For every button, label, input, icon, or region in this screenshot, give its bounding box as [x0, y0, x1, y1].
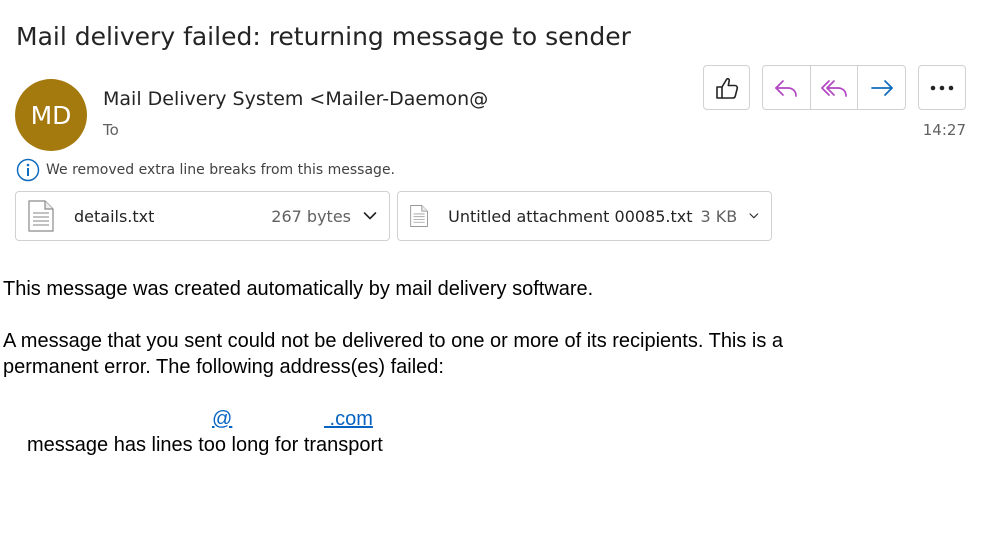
reply-actions-group [762, 65, 906, 110]
reply-icon [775, 79, 798, 97]
more-actions-button[interactable] [918, 65, 966, 110]
forward-icon [870, 79, 893, 96]
reply-all-button[interactable] [811, 66, 859, 109]
chevron-down-icon[interactable] [749, 211, 759, 221]
attachment-card[interactable]: details.txt 267 bytes [15, 191, 390, 241]
sender-avatar[interactable]: MD [15, 79, 87, 151]
email-subject: Mail delivery failed: returning message … [16, 22, 631, 51]
attachment-card[interactable]: Untitled attachment 00085.txt 3 KB [397, 191, 772, 241]
reply-all-icon [821, 79, 847, 97]
more-horizontal-icon [930, 85, 954, 90]
to-label[interactable]: To [103, 121, 119, 139]
info-bar: We removed extra line breaks from this m… [16, 158, 395, 182]
reply-button[interactable] [763, 66, 811, 109]
like-button[interactable] [703, 65, 750, 110]
attachment-name: Untitled attachment 00085.txt [448, 206, 693, 226]
attachment-size: 3 KB [700, 206, 738, 226]
forward-button[interactable] [858, 66, 905, 109]
body-paragraph: A message that you sent could not be del… [3, 330, 784, 352]
body-paragraph: permanent error. The following address(e… [3, 356, 444, 378]
attachment-size: 267 bytes [271, 206, 351, 226]
failed-address-link[interactable]: @ [212, 406, 232, 432]
text-file-icon [28, 200, 54, 232]
body-paragraph: message has lines too long for transport [27, 434, 383, 456]
info-icon [16, 158, 40, 182]
body-paragraph: This message was created automatically b… [3, 278, 594, 300]
thumbs-up-icon [715, 77, 738, 99]
sender-name[interactable]: Mail Delivery System <Mailer-Daemon@ [103, 88, 488, 110]
avatar-initials: MD [30, 100, 72, 130]
chevron-down-icon[interactable] [363, 211, 377, 221]
email-reading-pane: Mail delivery failed: returning message … [0, 0, 992, 549]
info-bar-text: We removed extra line breaks from this m… [46, 162, 396, 178]
failed-address-domain-link[interactable]: .com [324, 406, 373, 432]
attachment-name: details.txt [74, 206, 155, 226]
text-file-icon [410, 205, 428, 227]
message-time: 14:27 [922, 121, 966, 139]
